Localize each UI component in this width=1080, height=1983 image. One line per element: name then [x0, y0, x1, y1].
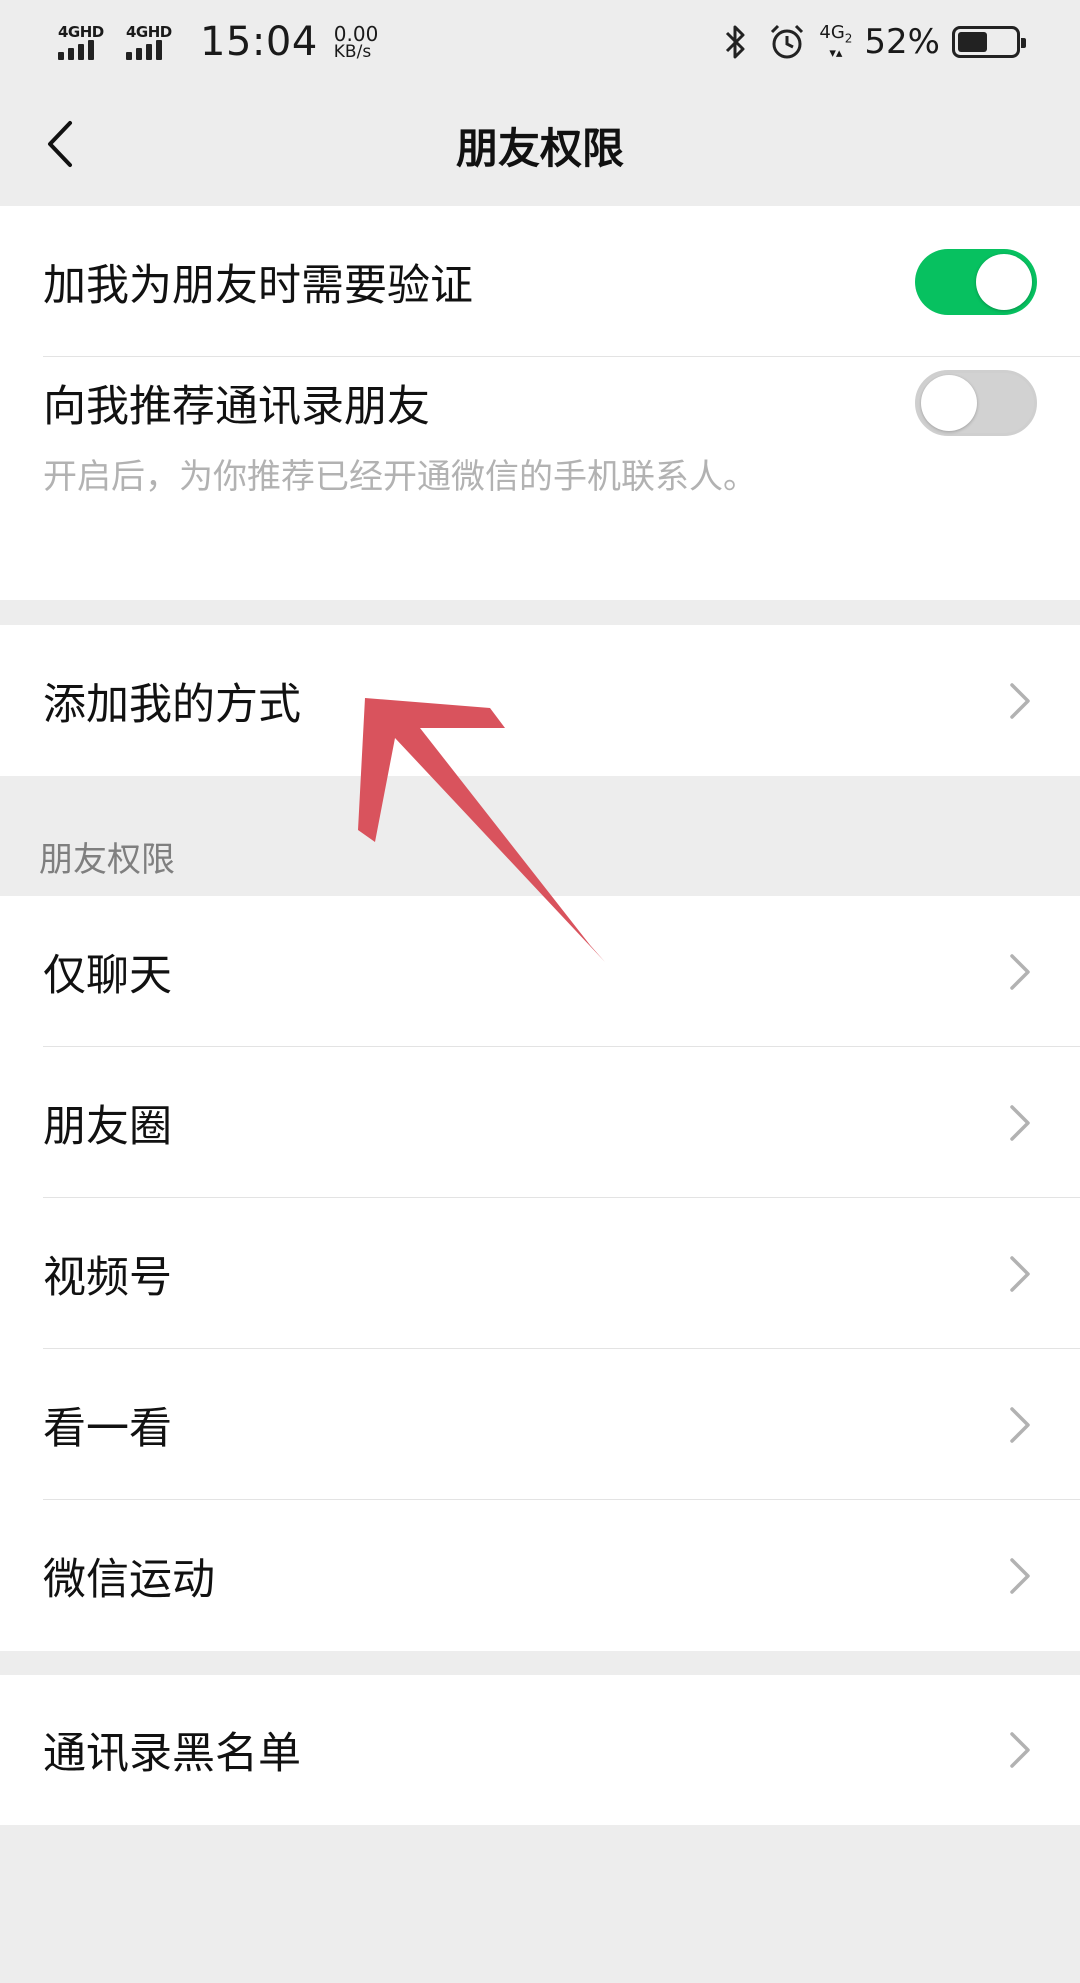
add-methods-label: 添加我的方式 — [43, 679, 301, 730]
network-speed-value: 0.00 — [333, 21, 379, 46]
chevron-right-icon — [1010, 1255, 1030, 1292]
clock: 15:04 — [200, 19, 318, 65]
add-methods-group: 添加我的方式 — [0, 625, 1080, 776]
nav-bar: 朋友权限 — [0, 84, 1080, 206]
chevron-right-icon — [1010, 1557, 1030, 1594]
verify-row: 加我为朋友时需要验证 — [0, 206, 1080, 357]
chevron-right-icon — [1010, 682, 1030, 719]
permission-item-label: 微信运动 — [43, 1554, 215, 1605]
sim2-signal-icon: 4GHD — [126, 24, 178, 60]
permission-item-chat-only[interactable]: 仅聊天 — [0, 896, 1080, 1047]
recommend-hint: 开启后，为你推荐已经开通微信的手机联系人。 — [43, 457, 757, 497]
battery-icon — [952, 26, 1026, 58]
network-speed: 0.00 KB/s — [334, 24, 379, 61]
permission-item-label: 仅聊天 — [43, 950, 172, 1001]
status-bar-left: 4GHD 4GHD 15:04 0.00 KB/s — [58, 19, 378, 65]
sim2-label: 4GHD — [126, 23, 172, 41]
back-button[interactable] — [28, 112, 92, 176]
verify-toggle[interactable] — [915, 248, 1037, 315]
blacklist-row[interactable]: 通讯录黑名单 — [0, 1675, 1080, 1825]
permission-item-werun[interactable]: 微信运动 — [0, 1500, 1080, 1651]
blacklist-group: 通讯录黑名单 — [0, 1675, 1080, 1825]
permissions-group: 仅聊天 朋友圈 视频号 看一看 微信运动 — [0, 896, 1080, 1651]
section-header: 朋友权限 — [39, 840, 175, 880]
chevron-left-icon — [48, 121, 72, 167]
sim1-label: 4GHD — [58, 23, 104, 41]
permission-item-moments[interactable]: 朋友圈 — [0, 1047, 1080, 1198]
status-bar-right: 4G2 ▾▴ 52% — [715, 21, 1026, 62]
chevron-right-icon — [1010, 1732, 1030, 1768]
permission-item-channels[interactable]: 视频号 — [0, 1198, 1080, 1349]
network-speed-unit: KB/s — [333, 41, 372, 62]
recommend-label: 向我推荐通讯录朋友 — [43, 382, 430, 432]
permission-item-label: 视频号 — [43, 1252, 172, 1303]
alarm-icon — [767, 22, 807, 62]
sim1-signal-icon: 4GHD — [58, 24, 110, 60]
permission-item-label: 看一看 — [43, 1403, 172, 1454]
network-sub: 2 — [844, 31, 853, 46]
chevron-right-icon — [1010, 1104, 1030, 1141]
add-methods-row[interactable]: 添加我的方式 — [0, 625, 1080, 776]
permission-item-top-stories[interactable]: 看一看 — [0, 1349, 1080, 1500]
verification-settings-group: 加我为朋友时需要验证 向我推荐通讯录朋友 开启后，为你推荐已经开通微信的手机联系… — [0, 206, 1080, 600]
verify-label: 加我为朋友时需要验证 — [43, 260, 473, 311]
chevron-right-icon — [1010, 953, 1030, 990]
permission-item-label: 朋友圈 — [43, 1101, 172, 1152]
recommend-toggle[interactable] — [915, 370, 1037, 436]
network-label: 4G — [819, 21, 845, 43]
battery-percent: 52% — [864, 22, 940, 62]
recommend-row: 向我推荐通讯录朋友 — [0, 357, 1080, 449]
blacklist-label: 通讯录黑名单 — [43, 1729, 301, 1779]
bluetooth-icon — [715, 22, 755, 62]
battery-fill — [958, 32, 987, 52]
mobile-data-icon: 4G2 ▾▴ — [819, 21, 853, 62]
page-title: 朋友权限 — [455, 123, 624, 173]
status-bar: 4GHD 4GHD 15:04 0.00 KB/s 4G2 ▾▴ 52% — [0, 0, 1080, 84]
chevron-right-icon — [1010, 1406, 1030, 1443]
